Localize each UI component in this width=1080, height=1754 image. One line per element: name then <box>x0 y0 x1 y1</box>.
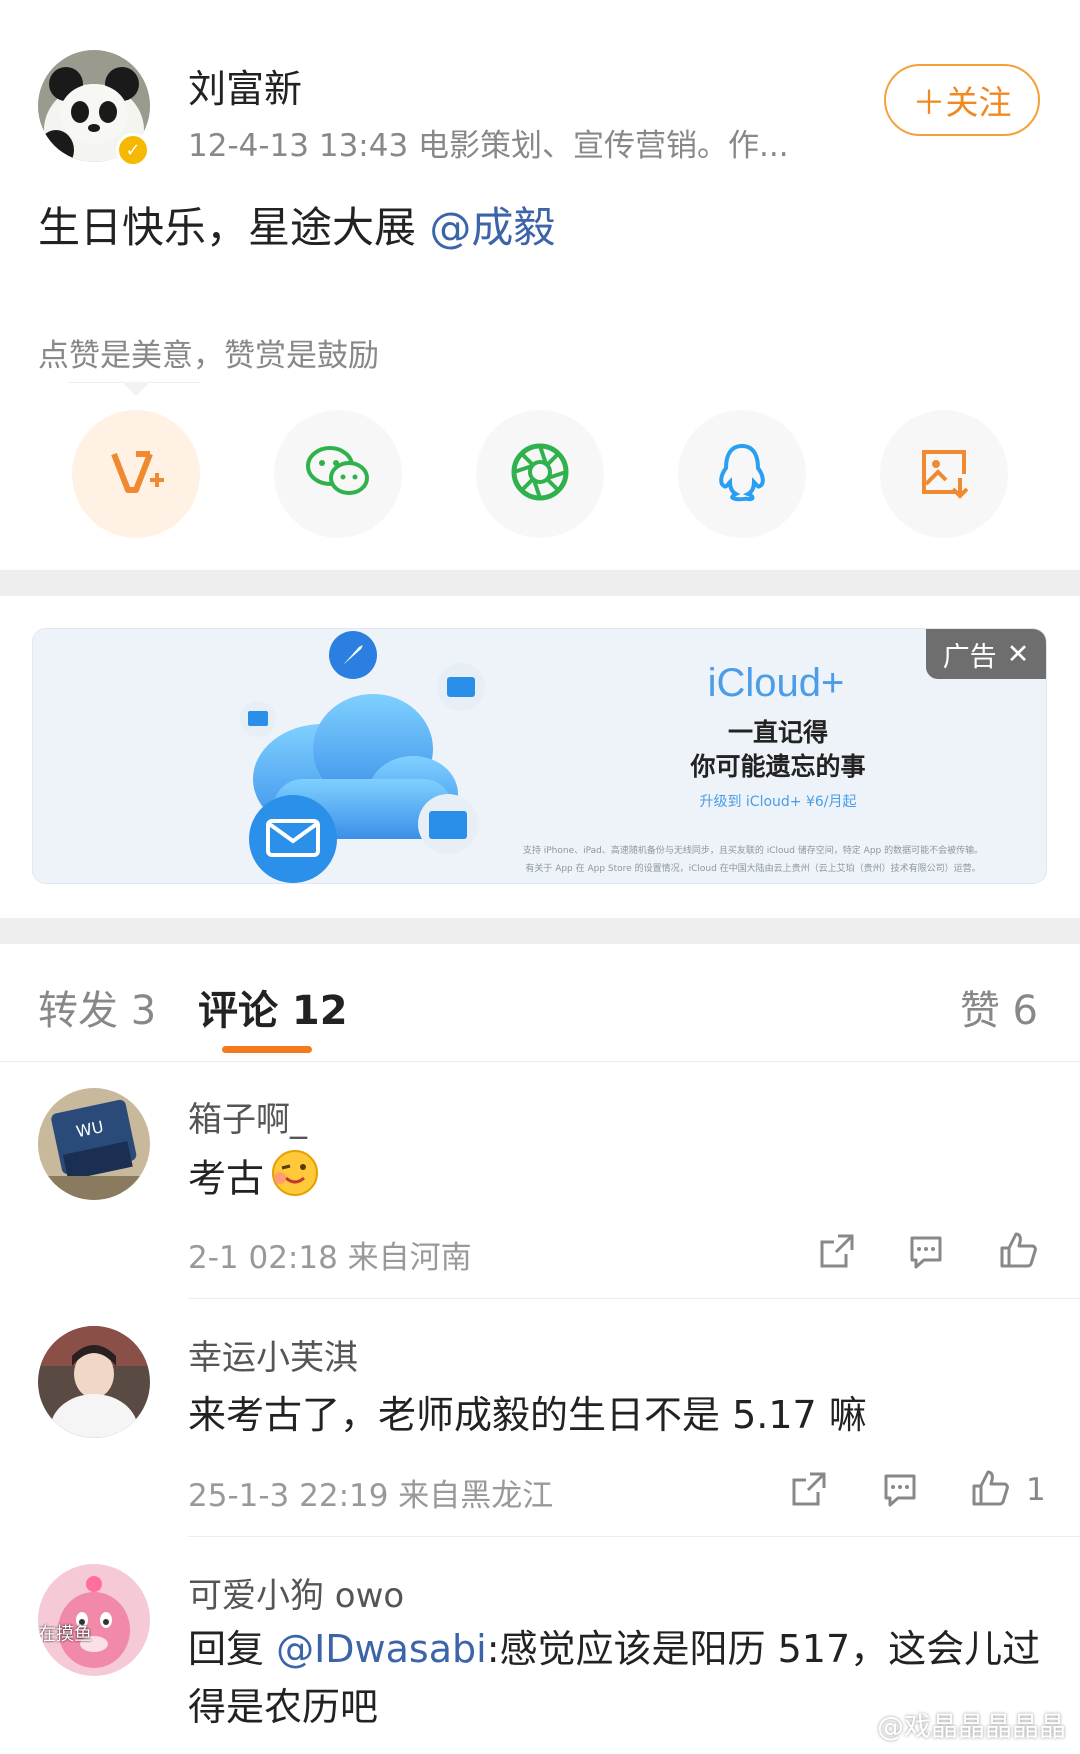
section-gap <box>0 918 1080 944</box>
ad-close-icon[interactable]: ✕ <box>1007 639 1030 670</box>
comment-divider <box>188 1298 1080 1299</box>
reply-prefix: 回复 <box>188 1627 277 1671</box>
reward-hint: 点赞是美意，赞赏是鼓励 <box>38 338 379 374</box>
reply-icon <box>906 1232 946 1276</box>
ad-offer[interactable]: 升级到 iCloud+ ¥6/月起 <box>633 791 923 811</box>
tab-repost[interactable]: 转发 3 <box>38 978 156 1036</box>
post-text: 生日快乐，星途大展 <box>38 203 430 252</box>
comment-divider <box>188 1536 1080 1537</box>
reply-comment-button[interactable] <box>904 1232 948 1276</box>
reply-comment-button[interactable] <box>878 1470 922 1514</box>
ad-tag-text: 广告 <box>942 641 997 673</box>
commenter-name[interactable]: 可爱小狗 owo <box>188 1568 404 1617</box>
like-comment-button[interactable] <box>968 1468 1012 1512</box>
commenter-name[interactable]: 箱子啊_ <box>188 1092 307 1141</box>
avatar-caption: 在摸鱼 <box>38 1624 92 1645</box>
share-moments-button[interactable] <box>476 410 604 538</box>
active-tab-indicator <box>222 1046 312 1053</box>
ad-banner[interactable]: iCloud+ 一直记得 你可能遗忘的事 升级到 iCloud+ ¥6/月起 支… <box>32 628 1047 884</box>
share-qq-button[interactable] <box>678 410 806 538</box>
reply-icon <box>880 1470 920 1514</box>
ad-disclaimer-2: 有关于 App 在 App Store 的设置情况，iCloud 在中国大陆由云… <box>525 864 981 874</box>
thumbs-up-icon <box>970 1468 1010 1512</box>
follow-button[interactable]: ＋关注 <box>884 64 1040 136</box>
qq-icon <box>714 442 770 506</box>
commenter-avatar[interactable]: WU <box>38 1088 150 1200</box>
wechat-icon <box>305 444 371 504</box>
share-comment-button[interactable] <box>814 1232 858 1276</box>
vplus-reward-icon <box>106 442 166 506</box>
save-image-button[interactable] <box>880 410 1008 538</box>
ad-tagline-1: 一直记得 <box>727 718 828 747</box>
commenter-avatar[interactable] <box>38 1326 150 1438</box>
comment-text-body: 考古 <box>188 1156 265 1201</box>
verified-badge-icon: ✓ <box>116 133 150 167</box>
comment-text: 来考古了，老师成毅的生日不是 5.17 嘛 <box>188 1393 867 1437</box>
save-image-icon <box>916 444 972 504</box>
commenter-name[interactable]: 幸运小芙淇 <box>188 1330 358 1379</box>
tab-likes[interactable]: 赞 6 <box>960 978 1038 1036</box>
hint-pointer <box>122 382 150 396</box>
comment-time: 2-1 02:18 来自河南 <box>188 1240 472 1276</box>
ad-disclaimer-1: 支持 iPhone、iPad、高速随机备份与无线同步，且买友联的 iCloud … <box>522 846 984 856</box>
like-comment-button[interactable] <box>996 1230 1040 1274</box>
tab-bar: 转发 3 评论 12 赞 6 <box>0 944 1080 1062</box>
comment-item: 幸运小芙淇 来考古了，老师成毅的生日不是 5.17 嘛 25-1-3 22:19… <box>0 1300 1080 1538</box>
ad-tagline-2: 你可能遗忘的事 <box>690 752 866 781</box>
ad-label: 广告 ✕ <box>926 629 1046 679</box>
author-name[interactable]: 刘富新 <box>188 58 302 113</box>
moments-icon <box>510 442 570 506</box>
share-wechat-button[interactable] <box>274 410 402 538</box>
share-icon <box>816 1232 856 1276</box>
share-icon <box>788 1470 828 1514</box>
commenter-avatar[interactable]: 在摸鱼 <box>38 1564 150 1676</box>
watermark: @戏晶晶晶晶晶 <box>877 1712 1066 1743</box>
section-gap <box>0 570 1080 596</box>
ad-cloud-illustration <box>240 631 485 883</box>
mention-link[interactable]: @IDwasabi <box>276 1627 487 1671</box>
post-meta: 12-4-13 13:43 电影策划、宣传营销。作... <box>188 128 789 164</box>
mention-link[interactable]: @成毅 <box>429 203 555 252</box>
emoji-wink-icon <box>270 1148 320 1214</box>
comment-item: WU 箱子啊_ 考古 2-1 02:18 来自河南 <box>0 1062 1080 1300</box>
ad-title: iCloud+ <box>707 661 845 705</box>
share-comment-button[interactable] <box>786 1470 830 1514</box>
tab-comments[interactable]: 评论 12 <box>198 978 348 1036</box>
share-row <box>72 410 1012 540</box>
comment-time: 25-1-3 22:19 来自黑龙江 <box>188 1478 554 1514</box>
weibo-post: ✓ 刘富新 12-4-13 13:43 电影策划、宣传营销。作... ＋关注 生… <box>0 0 1080 570</box>
reward-button[interactable] <box>72 410 200 538</box>
comment-like-count: 1 <box>1026 1472 1046 1508</box>
post-content: 生日快乐，星途大展 @成毅 <box>38 194 555 255</box>
thumbs-up-icon <box>998 1230 1038 1274</box>
comment-text: 考古 <box>188 1148 1048 1214</box>
